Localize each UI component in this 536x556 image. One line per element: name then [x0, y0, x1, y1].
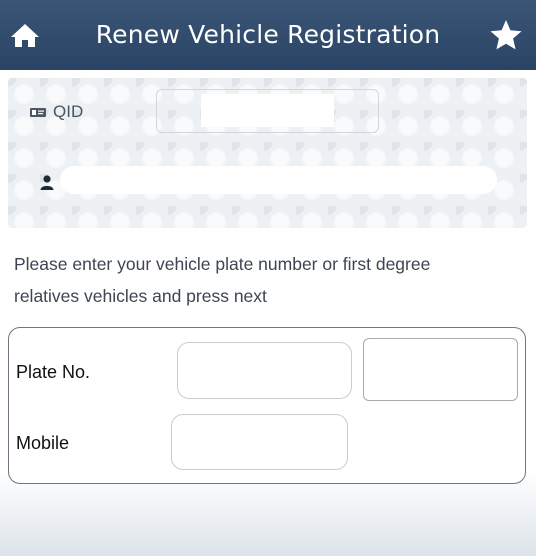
app-header: Renew Vehicle Registration [0, 0, 536, 70]
plate-type-input[interactable] [363, 338, 518, 401]
home-button[interactable] [8, 20, 42, 50]
home-icon [11, 24, 39, 47]
qid-label: QID [53, 102, 84, 121]
mobile-input[interactable] [171, 414, 348, 470]
star-icon [490, 20, 522, 50]
instruction-line-1: Please enter your vehicle plate number o… [14, 254, 431, 274]
plate-number-input[interactable] [177, 342, 352, 399]
instruction-line-2: relatives vehicles and press next [14, 286, 267, 306]
qid-row: QID [30, 102, 84, 121]
user-icon [40, 175, 54, 190]
plate-number-label: Plate No. [16, 362, 91, 382]
page-title: Renew Vehicle Registration [95, 20, 441, 49]
favorite-button[interactable] [488, 17, 524, 53]
mobile-label: Mobile [16, 433, 70, 453]
id-card-icon [30, 107, 46, 117]
qid-input[interactable] [201, 94, 334, 127]
instruction-text: Please enter your vehicle plate number o… [14, 248, 514, 312]
name-input[interactable] [60, 166, 497, 194]
